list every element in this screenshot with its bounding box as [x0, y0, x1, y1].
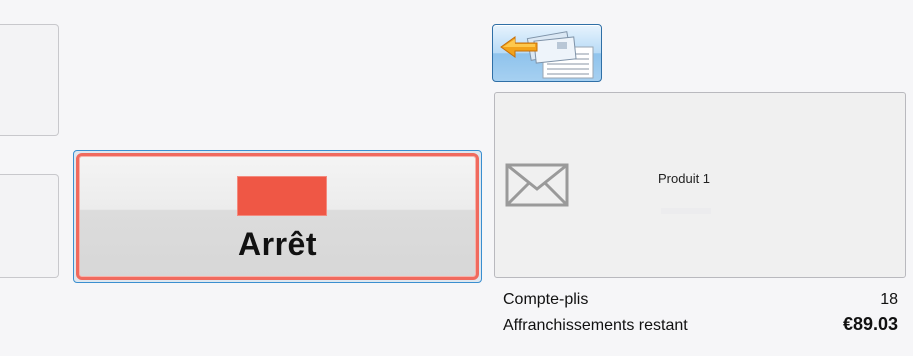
arrow-left-documents-icon — [500, 31, 594, 79]
stop-button-face: Arrêt — [76, 153, 479, 280]
left-panel-top[interactable] — [0, 24, 59, 136]
product-panel[interactable]: Produit 1 — [494, 92, 906, 278]
postage-remaining-label: Affranchissements restant — [503, 317, 688, 334]
piece-count-value: 18 — [880, 291, 898, 308]
piece-count-label: Compte-plis — [503, 291, 589, 308]
left-panel-bottom[interactable] — [0, 174, 59, 278]
product-subtitle-placeholder — [661, 208, 711, 214]
stop-button[interactable]: Arrêt — [73, 150, 482, 283]
envelope-icon — [505, 163, 569, 207]
stop-button-label: Arrêt — [238, 226, 317, 262]
piece-count-row: Compte-plis 18 — [503, 291, 898, 309]
postage-remaining-value: €89.03 — [842, 314, 898, 334]
feed-documents-button[interactable] — [492, 24, 602, 82]
postage-remaining-row: Affranchissements restant €89.03 — [503, 314, 898, 335]
product-name: Produit 1 — [658, 171, 711, 186]
stop-indicator — [237, 176, 327, 216]
